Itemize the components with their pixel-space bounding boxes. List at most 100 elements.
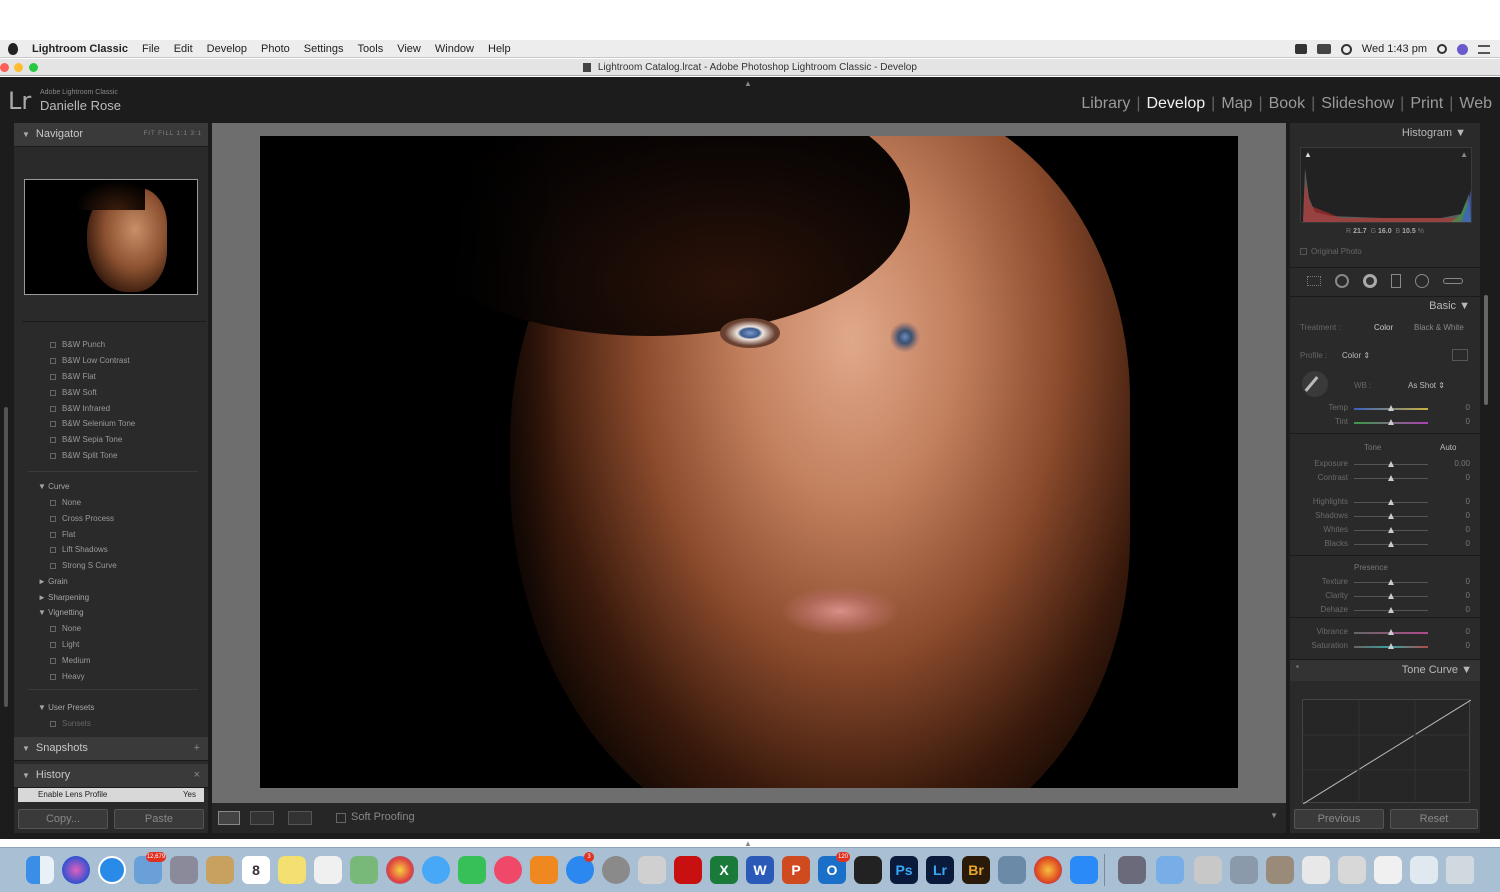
tint-slider-handle[interactable]: [1388, 419, 1394, 425]
preset-curve-flat[interactable]: Flat: [50, 530, 75, 539]
preset-bw-selenium[interactable]: B&W Selenium Tone: [50, 419, 135, 428]
dehaze-value[interactable]: 0: [1466, 605, 1470, 614]
shadow-clipping-icon[interactable]: ▲: [1304, 150, 1312, 159]
volume-icon[interactable]: [1316, 44, 1331, 54]
photos-icon[interactable]: [386, 856, 414, 884]
dock-stack-4-icon[interactable]: [1338, 856, 1366, 884]
dock-folder-1-icon[interactable]: [1118, 856, 1146, 884]
shadows-slider-handle[interactable]: [1388, 513, 1394, 519]
preset-bw-infrared[interactable]: B&W Infrared: [50, 404, 110, 413]
notes-icon[interactable]: [278, 856, 306, 884]
dock-stack-1-icon[interactable]: [1230, 856, 1258, 884]
books-icon[interactable]: [530, 856, 558, 884]
dehaze-slider-handle[interactable]: [1388, 607, 1394, 613]
previous-button[interactable]: Previous: [1294, 809, 1384, 829]
module-print[interactable]: Print: [1404, 95, 1449, 113]
siri-icon[interactable]: [1457, 43, 1468, 55]
maps-icon[interactable]: [350, 856, 378, 884]
dock-document-icon[interactable]: [1194, 856, 1222, 884]
search-icon[interactable]: [1437, 44, 1447, 54]
zoom-window-button[interactable]: [29, 63, 38, 72]
powerpoint-icon[interactable]: P: [782, 856, 810, 884]
module-web[interactable]: Web: [1453, 95, 1498, 113]
preset-strong-s-curve[interactable]: Strong S Curve: [50, 561, 117, 570]
highlight-clipping-icon[interactable]: ▲: [1460, 150, 1468, 159]
add-snapshot-icon[interactable]: +: [194, 737, 200, 759]
clear-history-icon[interactable]: ×: [194, 764, 200, 786]
word-icon[interactable]: W: [746, 856, 774, 884]
profile-browser-icon[interactable]: [1452, 349, 1468, 361]
right-panel-scrollbar[interactable]: [1484, 295, 1488, 405]
navigator-header[interactable]: ▼ Navigator FIT FILL 1:1 3:1: [14, 123, 208, 147]
system-preferences-icon[interactable]: [602, 856, 630, 884]
preset-vignette-medium[interactable]: Medium: [50, 656, 90, 665]
zoom-1-1[interactable]: 1:1: [177, 131, 188, 137]
zoom-fill[interactable]: FILL: [158, 131, 174, 137]
highlights-value[interactable]: 0: [1466, 497, 1470, 506]
loupe-view-icon[interactable]: [218, 811, 240, 825]
auto-tone-button[interactable]: Auto: [1440, 443, 1456, 452]
temp-value[interactable]: 0: [1466, 403, 1470, 412]
contrast-value[interactable]: 0: [1466, 473, 1470, 482]
notification-center-icon[interactable]: [1478, 44, 1490, 54]
menu-file[interactable]: File: [142, 43, 160, 55]
photoshop-icon[interactable]: Ps: [890, 856, 918, 884]
app-menu[interactable]: Lightroom Classic: [32, 43, 128, 55]
menu-view[interactable]: View: [397, 43, 421, 55]
vibrance-slider-handle[interactable]: [1388, 629, 1394, 635]
minimize-window-button[interactable]: [14, 63, 23, 72]
menu-window[interactable]: Window: [435, 43, 474, 55]
zoom-3-1[interactable]: 3:1: [191, 131, 202, 137]
navigator-preview[interactable]: [24, 179, 198, 295]
before-after-split-icon[interactable]: [288, 811, 312, 825]
finder-icon[interactable]: [26, 856, 54, 884]
preset-bw-flat[interactable]: B&W Flat: [50, 372, 96, 381]
safari-icon[interactable]: [98, 856, 126, 884]
menu-edit[interactable]: Edit: [174, 43, 193, 55]
adjustment-brush-icon[interactable]: [1443, 278, 1463, 284]
dock-stack-5-icon[interactable]: [1374, 856, 1402, 884]
printer-icon[interactable]: [638, 856, 666, 884]
wb-eyedropper-icon[interactable]: [1302, 371, 1328, 397]
acrobat-icon[interactable]: [674, 856, 702, 884]
dock-stack-3-icon[interactable]: [1302, 856, 1330, 884]
clarity-value[interactable]: 0: [1466, 591, 1470, 600]
contacts-icon[interactable]: [206, 856, 234, 884]
saturation-slider-handle[interactable]: [1388, 643, 1394, 649]
blacks-slider-handle[interactable]: [1388, 541, 1394, 547]
folder-user-presets[interactable]: ▼ User Presets: [38, 703, 94, 712]
preset-vignette-none[interactable]: None: [50, 624, 81, 633]
module-library[interactable]: Library: [1075, 95, 1136, 113]
basic-header[interactable]: Basic ▼: [1290, 300, 1480, 312]
contrast-slider-handle[interactable]: [1388, 475, 1394, 481]
firefox-icon[interactable]: [1034, 856, 1062, 884]
tone-curve-header[interactable]: ▪ Tone Curve ▼: [1290, 659, 1480, 681]
calendar-icon[interactable]: 8: [242, 856, 270, 884]
menu-develop[interactable]: Develop: [207, 43, 247, 55]
launchpad-icon[interactable]: [170, 856, 198, 884]
exposure-slider-handle[interactable]: [1388, 461, 1394, 467]
folder-grain[interactable]: ► Grain: [38, 577, 68, 586]
apple-icon[interactable]: [8, 42, 18, 55]
history-item[interactable]: Enable Lens Profile Yes: [18, 788, 204, 802]
preset-sunsets[interactable]: Sunsets: [50, 719, 91, 728]
preset-vignette-heavy[interactable]: Heavy: [50, 672, 85, 681]
preset-bw-low-contrast[interactable]: B&W Low Contrast: [50, 356, 130, 365]
blacks-value[interactable]: 0: [1466, 539, 1470, 548]
main-photo[interactable]: [260, 136, 1238, 788]
tone-curve-target-icon[interactable]: ▪: [1296, 662, 1299, 671]
music-icon[interactable]: [494, 856, 522, 884]
texture-slider-handle[interactable]: [1388, 579, 1394, 585]
soft-proofing-checkbox[interactable]: [336, 813, 346, 823]
treatment-bw-option[interactable]: Black & White: [1414, 323, 1464, 332]
module-map[interactable]: Map: [1215, 95, 1258, 113]
original-photo-toggle[interactable]: Original Photo: [1300, 247, 1490, 256]
wifi-icon[interactable]: [1340, 43, 1352, 55]
menu-photo[interactable]: Photo: [261, 43, 290, 55]
trash-icon[interactable]: [1446, 856, 1474, 884]
top-panel-toggle-icon[interactable]: ▲: [744, 79, 752, 88]
exposure-value[interactable]: 0.00: [1454, 459, 1470, 468]
highlights-slider-handle[interactable]: [1388, 499, 1394, 505]
tone-curve-graph[interactable]: [1302, 699, 1472, 805]
treatment-color-option[interactable]: Color: [1374, 323, 1393, 332]
